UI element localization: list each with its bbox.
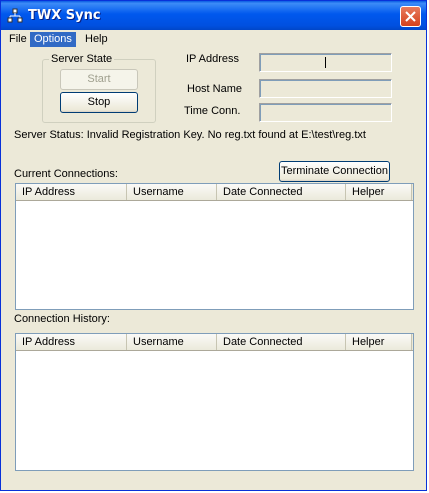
current-connections-label: Current Connections:: [14, 168, 118, 180]
text-caret: [325, 57, 326, 68]
connection-history-label: Connection History:: [14, 313, 110, 325]
stop-button[interactable]: Stop: [60, 92, 138, 113]
host-name-field[interactable]: [259, 79, 392, 98]
menu-help[interactable]: Help: [81, 32, 112, 47]
column-header-ip-address[interactable]: IP Address: [16, 184, 127, 200]
ip-address-label: IP Address: [186, 53, 239, 65]
column-header-helper[interactable]: Helper: [346, 334, 412, 350]
title-bar[interactable]: TWX Sync: [1, 1, 426, 30]
column-header-date-connected[interactable]: Date Connected: [217, 184, 346, 200]
start-button[interactable]: Start: [60, 69, 138, 90]
current-connections-list[interactable]: IP Address Username Date Connected Helpe…: [15, 183, 414, 310]
column-header-helper[interactable]: Helper: [346, 184, 412, 200]
menu-bar: File Options Help: [1, 30, 426, 49]
menu-file[interactable]: File: [5, 32, 31, 47]
time-conn-field[interactable]: [259, 103, 392, 122]
terminate-connection-button[interactable]: Terminate Connection: [279, 161, 390, 182]
column-header-username[interactable]: Username: [127, 334, 217, 350]
close-icon: [405, 11, 416, 22]
close-button[interactable]: [400, 6, 421, 27]
ip-address-field[interactable]: [259, 53, 392, 72]
connection-history-list[interactable]: IP Address Username Date Connected Helpe…: [15, 333, 414, 471]
host-name-label: Host Name: [187, 83, 243, 95]
menu-options[interactable]: Options: [30, 32, 76, 47]
network-icon: [7, 8, 23, 24]
time-conn-label: Time Conn.: [184, 105, 241, 117]
connection-history-header: IP Address Username Date Connected Helpe…: [16, 334, 413, 351]
column-header-ip-address[interactable]: IP Address: [16, 334, 127, 350]
server-status-text: Server Status: Invalid Registration Key.…: [14, 129, 366, 141]
app-window: TWX Sync File Options Help Server State …: [0, 0, 427, 491]
column-header-date-connected[interactable]: Date Connected: [217, 334, 346, 350]
current-connections-header: IP Address Username Date Connected Helpe…: [16, 184, 413, 201]
server-state-label: Server State: [49, 53, 115, 65]
window-title: TWX Sync: [28, 8, 101, 23]
column-header-username[interactable]: Username: [127, 184, 217, 200]
